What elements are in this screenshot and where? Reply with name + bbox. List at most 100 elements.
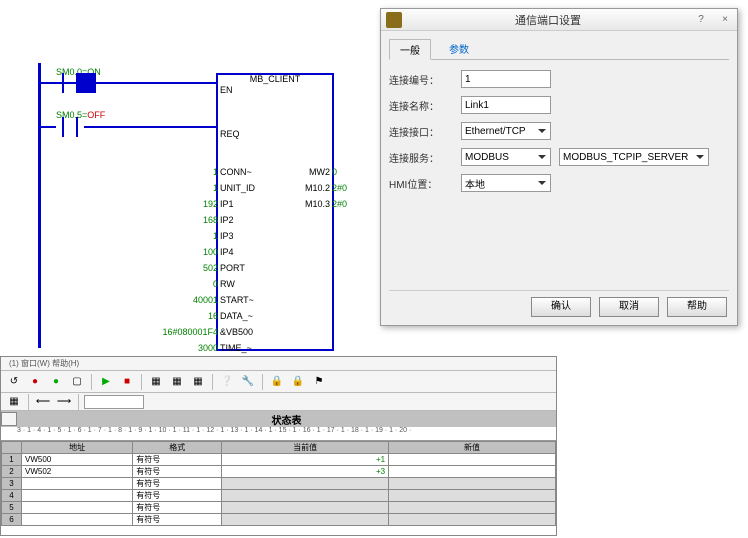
label-conn-name: 连接名称：: [389, 98, 461, 113]
tb-left-icon[interactable]: ⟵: [34, 393, 52, 411]
tb-lock1-icon[interactable]: 🔒: [268, 373, 286, 391]
tb-grid3-icon[interactable]: ▦: [189, 373, 207, 391]
dialog-titlebar[interactable]: 通信端口设置 ? ×: [381, 9, 737, 31]
tb-box-icon[interactable]: ▢: [68, 373, 86, 391]
label-conn-if: 连接接口：: [389, 124, 461, 139]
table-row[interactable]: 6有符号: [2, 514, 556, 526]
tab-param[interactable]: 参数: [439, 39, 479, 59]
cancel-button[interactable]: 取消: [599, 297, 659, 317]
cell-new[interactable]: [389, 454, 556, 466]
table-row[interactable]: 1VW500有符号+1: [2, 454, 556, 466]
select-conn-if[interactable]: Ethernet/TCP: [461, 122, 551, 140]
cell-addr[interactable]: VW500: [22, 454, 133, 466]
pin-lvalue: 16: [208, 311, 220, 321]
tb-led-green-icon[interactable]: ●: [47, 373, 65, 391]
input-conn-no[interactable]: [461, 70, 551, 88]
cell-fmt[interactable]: 有符号: [133, 454, 222, 466]
cell-new[interactable]: [389, 514, 556, 526]
block-row: 1UNIT_IDM10.22#0: [220, 183, 330, 197]
select-svc2[interactable]: MODBUS_TCPIP_SERVER: [559, 148, 709, 166]
cell-addr[interactable]: [22, 514, 133, 526]
table-row[interactable]: 5有符号: [2, 502, 556, 514]
ruler: 3 · 1 · 4 · 1 · 5 · 1 · 6 · 1 · 7 · 1 · …: [1, 427, 556, 441]
cell-fmt[interactable]: 有符号: [133, 466, 222, 478]
block-row: 192IP1M10.32#0: [220, 199, 330, 213]
close-icon[interactable]: ×: [713, 14, 737, 25]
tb-lock2-icon[interactable]: 🔒: [289, 373, 307, 391]
pin-name: IP4: [220, 247, 234, 261]
label-hmi-pos: HMI位置：: [389, 176, 461, 191]
cell-fmt[interactable]: 有符号: [133, 514, 222, 526]
pin-lvalue: 16#080001F4: [162, 327, 220, 337]
cell-addr[interactable]: [22, 478, 133, 490]
tb-grid1-icon[interactable]: ▦: [147, 373, 165, 391]
help-button[interactable]: 帮助: [667, 297, 727, 317]
pin-name: RW: [220, 279, 235, 293]
cell-fmt[interactable]: 有符号: [133, 502, 222, 514]
pin-name: PORT: [220, 263, 245, 277]
cell-new[interactable]: [389, 478, 556, 490]
tab-general[interactable]: 一般: [389, 39, 431, 60]
cell-new[interactable]: [389, 490, 556, 502]
tb-excel-icon[interactable]: ▦: [5, 393, 23, 411]
pin-name: IP2: [220, 215, 234, 229]
pin-name: &VB500: [220, 327, 253, 341]
block-row: 0RW: [220, 279, 330, 293]
tb-reset-icon[interactable]: ↺: [5, 373, 23, 391]
pin-lvalue: 0: [213, 279, 220, 289]
pin-en: EN: [220, 85, 233, 99]
select-hmi-pos[interactable]: 本地: [461, 174, 551, 192]
toolbar: ↺ ● ● ▢ ▶ ■ ▦ ▦ ▦ ❔ 🔧 🔒 🔒 ⚑: [1, 371, 556, 393]
tb-led-red-icon[interactable]: ●: [26, 373, 44, 391]
cell-val: [222, 490, 389, 502]
toolbar-sub: ▦ ⟵ ⟶: [1, 393, 556, 411]
contact2: [56, 117, 84, 137]
block-row: 40001START~: [220, 295, 330, 309]
cell-addr[interactable]: VW502: [22, 466, 133, 478]
hdr-fmt: 格式: [133, 442, 222, 454]
pin-rvalue: 2#0: [330, 183, 347, 193]
tb-right-icon[interactable]: ⟶: [55, 393, 73, 411]
hdr-val: 当前值: [222, 442, 389, 454]
pin-req: REQ: [220, 129, 240, 143]
pin-lvalue: 40001: [193, 295, 220, 305]
contact1: [56, 73, 84, 93]
cell-val: [222, 478, 389, 490]
cell-fmt[interactable]: 有符号: [133, 490, 222, 502]
block-row: 3000TIME_~: [220, 343, 330, 357]
cell-fmt[interactable]: 有符号: [133, 478, 222, 490]
contact2-state: OFF: [87, 110, 105, 120]
table-row[interactable]: 3有符号: [2, 478, 556, 490]
tb-flag-icon[interactable]: ⚑: [310, 373, 328, 391]
label-conn-no: 连接编号：: [389, 72, 461, 87]
select-svc1[interactable]: MODBUS: [461, 148, 551, 166]
pin-rname: M10.2: [305, 183, 330, 197]
toolbar-input[interactable]: [84, 395, 144, 409]
cell-val: [222, 502, 389, 514]
table-row[interactable]: 4有符号: [2, 490, 556, 502]
dialog-help-icon[interactable]: ?: [689, 14, 713, 25]
block-title: MB_CLIENT: [218, 74, 332, 84]
tb-run-icon[interactable]: ▶: [97, 373, 115, 391]
ladder-diagram: SM0.0=ON SM0.5=OFF MB_CLIENT EN REQ 1CON…: [38, 55, 378, 345]
menu-bar[interactable]: (1) 窗口(W) 帮助(H): [1, 357, 556, 371]
cell-new[interactable]: [389, 502, 556, 514]
tb-stop-icon[interactable]: ■: [118, 373, 136, 391]
dialog-icon: [386, 12, 402, 28]
tb-grid2-icon[interactable]: ▦: [168, 373, 186, 391]
ok-button[interactable]: 确认: [531, 297, 591, 317]
input-conn-name[interactable]: [461, 96, 551, 114]
cell-addr[interactable]: [22, 490, 133, 502]
block-row: 1CONN~MW20: [220, 167, 330, 181]
cell-addr[interactable]: [22, 502, 133, 514]
pin-name: CONN~: [220, 167, 252, 181]
tabs: 一般 参数: [389, 39, 729, 60]
cell-new[interactable]: [389, 466, 556, 478]
tb-wrench-icon[interactable]: 🔧: [239, 373, 257, 391]
block-row: 100IP4: [220, 247, 330, 261]
hdr-new: 新值: [389, 442, 556, 454]
pin-rvalue: 2#0: [330, 199, 347, 209]
table-row[interactable]: 2VW502有符号+3: [2, 466, 556, 478]
tb-help-icon[interactable]: ❔: [218, 373, 236, 391]
block-row: 168IP2: [220, 215, 330, 229]
